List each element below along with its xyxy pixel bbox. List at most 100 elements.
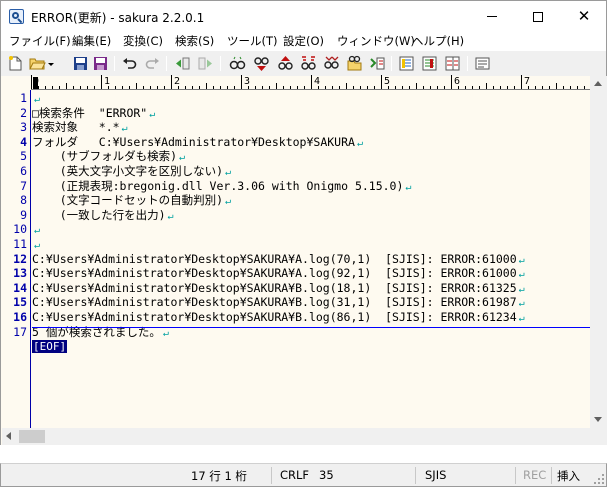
ruler-tick (367, 86, 368, 89)
text-line[interactable]: 検索対象 *.* ↵ (32, 120, 128, 135)
menu-window[interactable]: ウィンドウ(W) (337, 33, 415, 49)
text-line[interactable]: ↵ (32, 91, 40, 106)
line-number: 14 (13, 280, 27, 295)
text-line[interactable]: ↵ (32, 222, 40, 237)
scroll-up-icon[interactable] (594, 81, 602, 86)
text-line[interactable]: ↵ (32, 237, 40, 252)
ruler-tick (143, 86, 144, 89)
text-line[interactable]: (英大文字小文字を区別しない) ↵ (32, 164, 231, 179)
close-button[interactable]: ✕ (561, 1, 607, 32)
text-line[interactable]: □検索条件 "ERROR" ↵ (32, 106, 155, 121)
text-line[interactable]: (文字コードセットの自動判別) ↵ (32, 193, 231, 208)
ruler-tick (38, 86, 39, 89)
open-dropdown-icon[interactable] (48, 63, 54, 66)
ruler-tick (94, 86, 95, 89)
save-icon[interactable] (72, 55, 89, 72)
ruler-tick (290, 86, 291, 89)
editor-area[interactable]: 0 1 2 3 4 5 6 7 1 2 3 4 5 6 7 8 9 10 11 12 13 14 15 16 1… (0, 75, 607, 445)
ruler-tick (108, 86, 109, 89)
vertical-scrollbar[interactable] (590, 76, 607, 428)
text-line[interactable]: (一致した行を出力) ↵ (32, 208, 174, 223)
ruler-tick (304, 86, 305, 89)
ruler-tick (549, 86, 550, 89)
ruler-tick (521, 75, 522, 89)
resize-grip-icon[interactable] (594, 474, 604, 484)
grep-icon[interactable] (346, 55, 363, 72)
search-next-icon[interactable] (253, 55, 270, 72)
eol-mark-icon: ↵ (167, 210, 174, 222)
text-line[interactable]: C:¥Users¥Administrator¥Desktop¥SAKURA¥A.… (32, 252, 525, 267)
maximize-button[interactable] (515, 1, 561, 32)
menu-edit[interactable]: 編集(E) (72, 33, 111, 49)
settings-icon[interactable] (474, 55, 491, 72)
eol-mark-icon: ↵ (34, 240, 41, 251)
outline-icon[interactable] (398, 55, 415, 72)
ruler-tick (381, 75, 382, 89)
menu-help[interactable]: ヘルプ(H) (412, 33, 464, 49)
ruler-tick (297, 86, 298, 89)
eol-mark-icon: ↵ (518, 254, 525, 266)
menu-convert[interactable]: 変換(C) (123, 33, 163, 49)
compare-icon[interactable] (444, 55, 461, 72)
text-line[interactable]: C:¥Users¥Administrator¥Desktop¥SAKURA¥A.… (32, 266, 525, 281)
eol-mark-icon: ↵ (162, 327, 169, 339)
ruler-tick (31, 75, 32, 89)
ruler-tick (311, 75, 312, 89)
horizontal-scroll-thumb[interactable] (19, 430, 45, 443)
save-as-icon[interactable] (92, 55, 109, 72)
line-number: 10 (13, 222, 27, 237)
text-line[interactable]: (サブフォルダも検索) ↵ (32, 149, 185, 164)
new-file-icon[interactable] (7, 55, 24, 72)
ruler-tick (206, 83, 207, 89)
ruler-tick (472, 86, 473, 89)
status-insert-mode[interactable]: 挿入 (557, 468, 580, 484)
replace-icon[interactable] (300, 55, 317, 72)
menu-settings[interactable]: 設定(O) (283, 33, 324, 49)
ruler-tick (276, 83, 277, 89)
ruler-tick (479, 86, 480, 89)
function-list-icon[interactable] (421, 55, 438, 72)
ruler-tick (45, 86, 46, 89)
back-icon[interactable] (174, 55, 191, 72)
menu-file[interactable]: ファイル(F) (9, 33, 71, 49)
line-number: 16 (13, 310, 27, 324)
horizontal-scrollbar[interactable] (2, 428, 590, 445)
menu-tools[interactable]: ツール(T) (227, 33, 278, 49)
ruler-tick (164, 86, 165, 89)
text-content[interactable]: ↵ □検索条件 "ERROR" ↵ 検索対象 *.* ↵ フォルダ C:¥Users¥Ad… (32, 90, 590, 445)
text-line[interactable]: C:¥Users¥Administrator¥Desktop¥SAKURA¥B.… (32, 281, 525, 296)
ruler: 0 1 2 3 4 5 6 7 (31, 75, 590, 90)
text-line[interactable]: (正規表現:bregonig.dll Ver.3.06 with Onigmo … (32, 179, 412, 194)
text-line[interactable]: フォルダ C:¥Users¥Administrator¥Desktop¥SAKU… (32, 135, 363, 150)
mark-icon[interactable] (323, 55, 340, 72)
search-icon[interactable] (229, 55, 246, 72)
tag-jump-icon[interactable] (369, 55, 386, 72)
forward-icon[interactable] (197, 55, 214, 72)
eol-mark-icon: ↵ (34, 225, 41, 237)
status-line-ending[interactable]: CRLF (280, 468, 309, 482)
text-line[interactable]: C:¥Users¥Administrator¥Desktop¥SAKURA¥B.… (32, 295, 525, 310)
line-number: 8 (20, 193, 27, 208)
open-folder-icon[interactable] (29, 55, 46, 72)
search-prev-icon[interactable] (277, 55, 294, 72)
minimize-button[interactable] (469, 1, 515, 32)
ruler-tick (458, 86, 459, 89)
undo-icon[interactable] (121, 55, 138, 72)
ruler-tick (339, 86, 340, 89)
ruler-tick (80, 86, 81, 89)
line-number: 4 (20, 134, 27, 149)
line-number-gutter[interactable]: 1 2 3 4 5 6 7 8 9 10 11 12 13 14 15 16 17 (2, 90, 31, 445)
ruler-tick (122, 86, 123, 89)
scroll-down-icon[interactable] (594, 417, 602, 422)
status-encoding[interactable]: SJIS (425, 468, 446, 482)
ruler-tick (255, 86, 256, 89)
ruler-tick (542, 86, 543, 89)
title-bar[interactable]: ERROR(更新) - sakura 2.2.0.1 ✕ (0, 0, 607, 31)
redo-icon[interactable] (144, 55, 161, 72)
menu-search[interactable]: 検索(S) (175, 33, 214, 49)
ruler-tick (101, 75, 102, 89)
ruler-tick (423, 86, 424, 89)
sakura-app-icon[interactable] (9, 9, 24, 24)
scroll-left-icon[interactable] (6, 432, 11, 440)
text-line[interactable]: C:¥Users¥Administrator¥Desktop¥SAKURA¥B.… (32, 310, 525, 325)
